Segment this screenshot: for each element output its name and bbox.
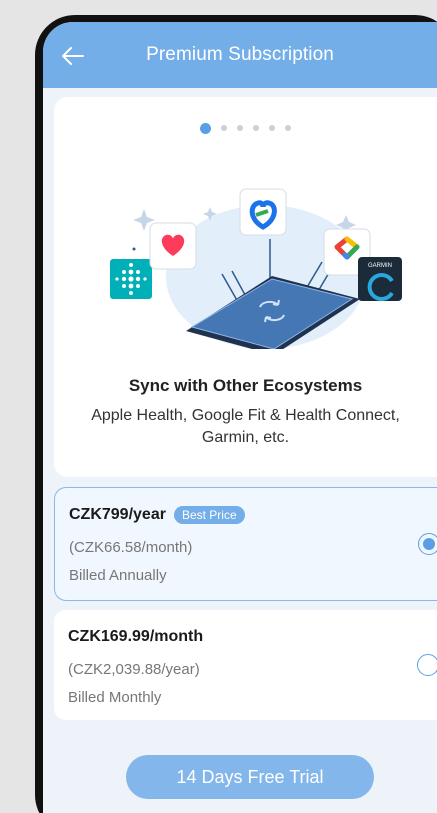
carousel-dot[interactable]	[253, 125, 259, 131]
svg-text:GARMIN: GARMIN	[368, 263, 392, 269]
apple-health-heart-icon	[149, 222, 197, 270]
plan-radio[interactable]	[417, 654, 437, 676]
plan-sub-price: (CZK2,039.88/year)	[68, 661, 200, 678]
plan-radio-selected[interactable]	[418, 533, 437, 555]
carousel-dot[interactable]	[285, 125, 291, 131]
plan-option-monthly[interactable]: CZK169.99/month (CZK2,039.88/year) Bille…	[54, 610, 437, 720]
radio-dot	[423, 538, 435, 550]
ecosystem-sync-illustration: GARMIN	[110, 188, 402, 349]
page-title: Premium Subscription	[146, 44, 334, 65]
carousel-dot-active[interactable]	[200, 123, 211, 134]
best-price-badge: Best Price	[173, 506, 245, 524]
carousel-dot[interactable]	[221, 125, 227, 131]
plan-price-text: CZK169.99/month	[68, 628, 204, 645]
plan-sub-price: (CZK66.58/month)	[69, 539, 193, 556]
plan-price-text: CZK799/year	[69, 506, 166, 523]
carousel-dot[interactable]	[237, 125, 243, 131]
plan-billing: Billed Monthly	[68, 689, 162, 706]
health-connect-icon	[239, 188, 287, 236]
garmin-connect-icon: GARMIN	[358, 257, 402, 301]
plan-price: CZK169.99/month	[68, 628, 203, 646]
free-trial-button[interactable]: 14 Days Free Trial	[126, 755, 374, 799]
plan-price: CZK799/year Best Price	[69, 506, 245, 524]
carousel-indicator	[54, 123, 437, 134]
feature-title: Sync with Other Ecosystems	[128, 376, 363, 395]
plan-billing: Billed Annually	[69, 567, 167, 584]
plan-option-annual[interactable]: CZK799/year Best Price (CZK66.58/month) …	[54, 487, 437, 601]
feature-description: Apple Health, Google Fit & Health Connec…	[91, 407, 400, 446]
app-screen: Premium Subscription GARMIN Sync with Ot…	[43, 22, 437, 813]
fitbit-icon	[110, 259, 152, 299]
feature-carousel-card[interactable]: GARMIN Sync with Other Ecosystems Apple …	[54, 97, 437, 477]
app-header: Premium Subscription	[43, 22, 437, 88]
carousel-dot[interactable]	[269, 125, 275, 131]
